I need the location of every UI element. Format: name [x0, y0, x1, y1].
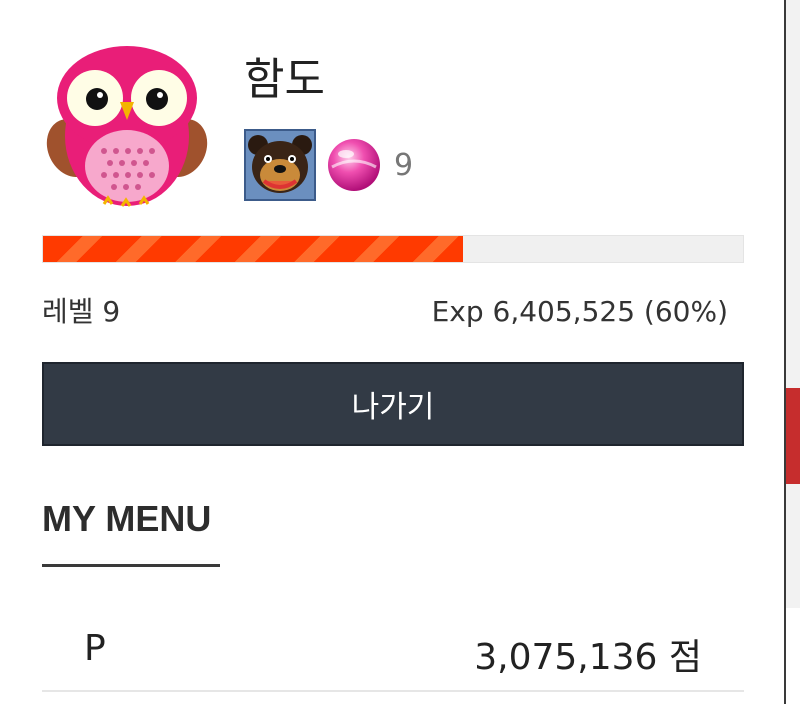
- exp-progress-bar: [42, 235, 744, 263]
- exit-button[interactable]: 나가기: [42, 362, 744, 446]
- background-text-fragment: [790, 180, 800, 210]
- points-divider: [42, 690, 744, 692]
- background-page-edge: [784, 0, 800, 704]
- exp-value: Exp 6,405,525 (60%): [431, 295, 728, 328]
- level-label: 레벨 9: [42, 295, 121, 328]
- my-menu-title: MY MENU: [42, 498, 212, 539]
- gem-count: 9: [394, 147, 414, 183]
- owl-avatar-icon[interactable]: [42, 36, 212, 208]
- background-white-area: [786, 608, 800, 704]
- points-row[interactable]: P 3,075,136 점: [42, 620, 744, 690]
- dog-face-badge-icon[interactable]: [244, 129, 316, 201]
- background-red-band: [786, 388, 800, 484]
- exp-progress-fill: [43, 236, 463, 262]
- pink-gem-icon: [328, 139, 380, 191]
- profile-panel: 함도 9 레벨 9 Exp 6,405,525 (60%) 나가기 MY MEN…: [0, 0, 784, 704]
- points-value: 3,075,136 점: [474, 637, 702, 678]
- background-text-fragment: [790, 305, 800, 335]
- points-label: P: [84, 628, 106, 669]
- badge-row: 9: [244, 129, 413, 201]
- menu-title-underline: [42, 564, 220, 567]
- username: 함도: [244, 54, 325, 105]
